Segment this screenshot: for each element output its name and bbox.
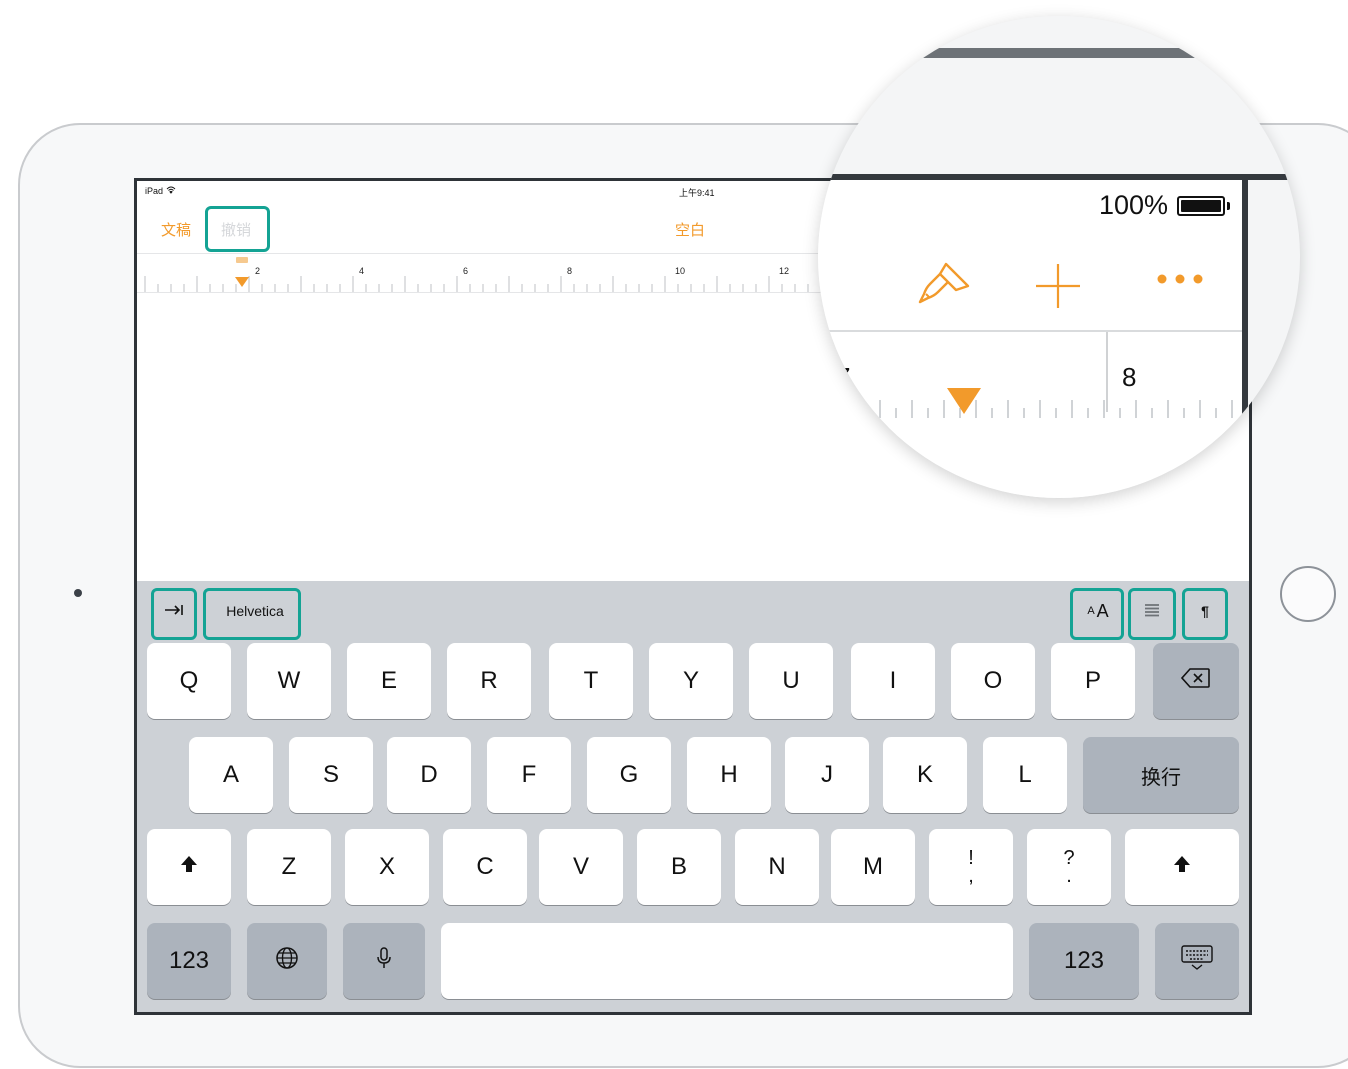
globe-key[interactable] — [247, 923, 327, 999]
key-a[interactable]: A — [189, 737, 273, 813]
shift-key-left[interactable] — [147, 829, 231, 905]
status-time: 上午9:41 — [679, 188, 715, 198]
key-j[interactable]: J — [785, 737, 869, 813]
ruler-mark: 2 — [255, 266, 261, 276]
punct-bottom: . — [1066, 865, 1072, 887]
plus-icon[interactable] — [1032, 260, 1084, 317]
highlight-font — [203, 588, 301, 640]
keyboard-dismiss-icon — [1180, 944, 1214, 979]
battery-tip — [1227, 202, 1230, 210]
key-n[interactable]: N — [735, 829, 819, 905]
highlight-undo — [205, 206, 270, 252]
magnifier-content: 100% 7 8 — [818, 16, 1300, 498]
key-c[interactable]: C — [443, 829, 527, 905]
numbers-key-right[interactable]: 123 — [1029, 923, 1139, 999]
globe-icon — [274, 945, 300, 978]
highlight-text-size — [1070, 588, 1124, 640]
battery-percent: 100% — [1099, 190, 1169, 220]
key-d[interactable]: D — [387, 737, 471, 813]
key-i[interactable]: I — [851, 643, 935, 719]
documents-button[interactable]: 文稿 — [161, 219, 191, 240]
key-exclaim-comma[interactable]: ! , — [929, 829, 1013, 905]
key-z[interactable]: Z — [247, 829, 331, 905]
key-s[interactable]: S — [289, 737, 373, 813]
magnified-frame-top — [818, 48, 1300, 58]
device-name: iPad — [145, 186, 164, 196]
ruler-mark: 8 — [567, 266, 573, 276]
key-question-period[interactable]: ? . — [1027, 829, 1111, 905]
shift-arrow-icon — [179, 853, 199, 881]
key-h[interactable]: H — [687, 737, 771, 813]
key-t[interactable]: T — [549, 643, 633, 719]
key-x[interactable]: X — [345, 829, 429, 905]
more-options-icon[interactable] — [1156, 272, 1204, 290]
key-e[interactable]: E — [347, 643, 431, 719]
key-w[interactable]: W — [247, 643, 331, 719]
numbers-key-left[interactable]: 123 — [147, 923, 231, 999]
indent-marker-top[interactable] — [236, 257, 248, 263]
magnifier-callout: 100% 7 8 — [818, 16, 1300, 498]
key-v[interactable]: V — [539, 829, 623, 905]
status-device: iPad — [145, 186, 176, 196]
ruler-mark: 10 — [675, 266, 686, 276]
front-camera — [74, 589, 82, 597]
onscreen-keyboard: Helvetica A A ¶ Q W E R T Y U I O P A S … — [137, 581, 1249, 1012]
punct-stack: ! , — [968, 848, 974, 887]
key-y[interactable]: Y — [649, 643, 733, 719]
microphone-icon — [376, 946, 392, 977]
magnified-screen — [818, 180, 1242, 498]
home-button[interactable] — [1280, 566, 1336, 622]
magnified-screen-right-edge — [1242, 174, 1248, 498]
hide-keyboard-key[interactable] — [1155, 923, 1239, 999]
magnified-ruler-top-line — [818, 330, 1242, 332]
key-r[interactable]: R — [447, 643, 531, 719]
key-l[interactable]: L — [983, 737, 1067, 813]
key-o[interactable]: O — [951, 643, 1035, 719]
key-m[interactable]: M — [831, 829, 915, 905]
punct-bottom: , — [968, 865, 974, 887]
indent-marker-triangle[interactable] — [235, 277, 249, 287]
key-q[interactable]: Q — [147, 643, 231, 719]
key-k[interactable]: K — [883, 737, 967, 813]
document-title: 空白 — [675, 222, 706, 239]
key-b[interactable]: B — [637, 829, 721, 905]
magnified-ruler-ticks — [847, 400, 1233, 418]
highlight-alignment — [1128, 588, 1176, 640]
ruler-mark: 4 — [359, 266, 365, 276]
dictation-key[interactable] — [343, 923, 425, 999]
magnified-indent-marker[interactable] — [947, 388, 981, 414]
battery-icon — [1177, 196, 1225, 216]
return-key[interactable]: 换行 — [1083, 737, 1239, 813]
key-u[interactable]: U — [749, 643, 833, 719]
punct-stack: ? . — [1063, 848, 1074, 887]
shift-key-right[interactable] — [1125, 829, 1239, 905]
ruler-mark: 12 — [779, 266, 790, 276]
key-g[interactable]: G — [587, 737, 671, 813]
key-p[interactable]: P — [1051, 643, 1135, 719]
wifi-icon — [166, 186, 176, 196]
format-brush-icon[interactable] — [916, 260, 974, 313]
key-f[interactable]: F — [487, 737, 571, 813]
backspace-icon — [1180, 667, 1211, 696]
highlight-tab — [151, 588, 197, 640]
shift-arrow-icon — [1172, 853, 1192, 881]
delete-key[interactable] — [1153, 643, 1239, 719]
space-key[interactable] — [441, 923, 1013, 999]
highlight-paragraph — [1182, 588, 1228, 640]
ruler-mark: 6 — [463, 266, 469, 276]
